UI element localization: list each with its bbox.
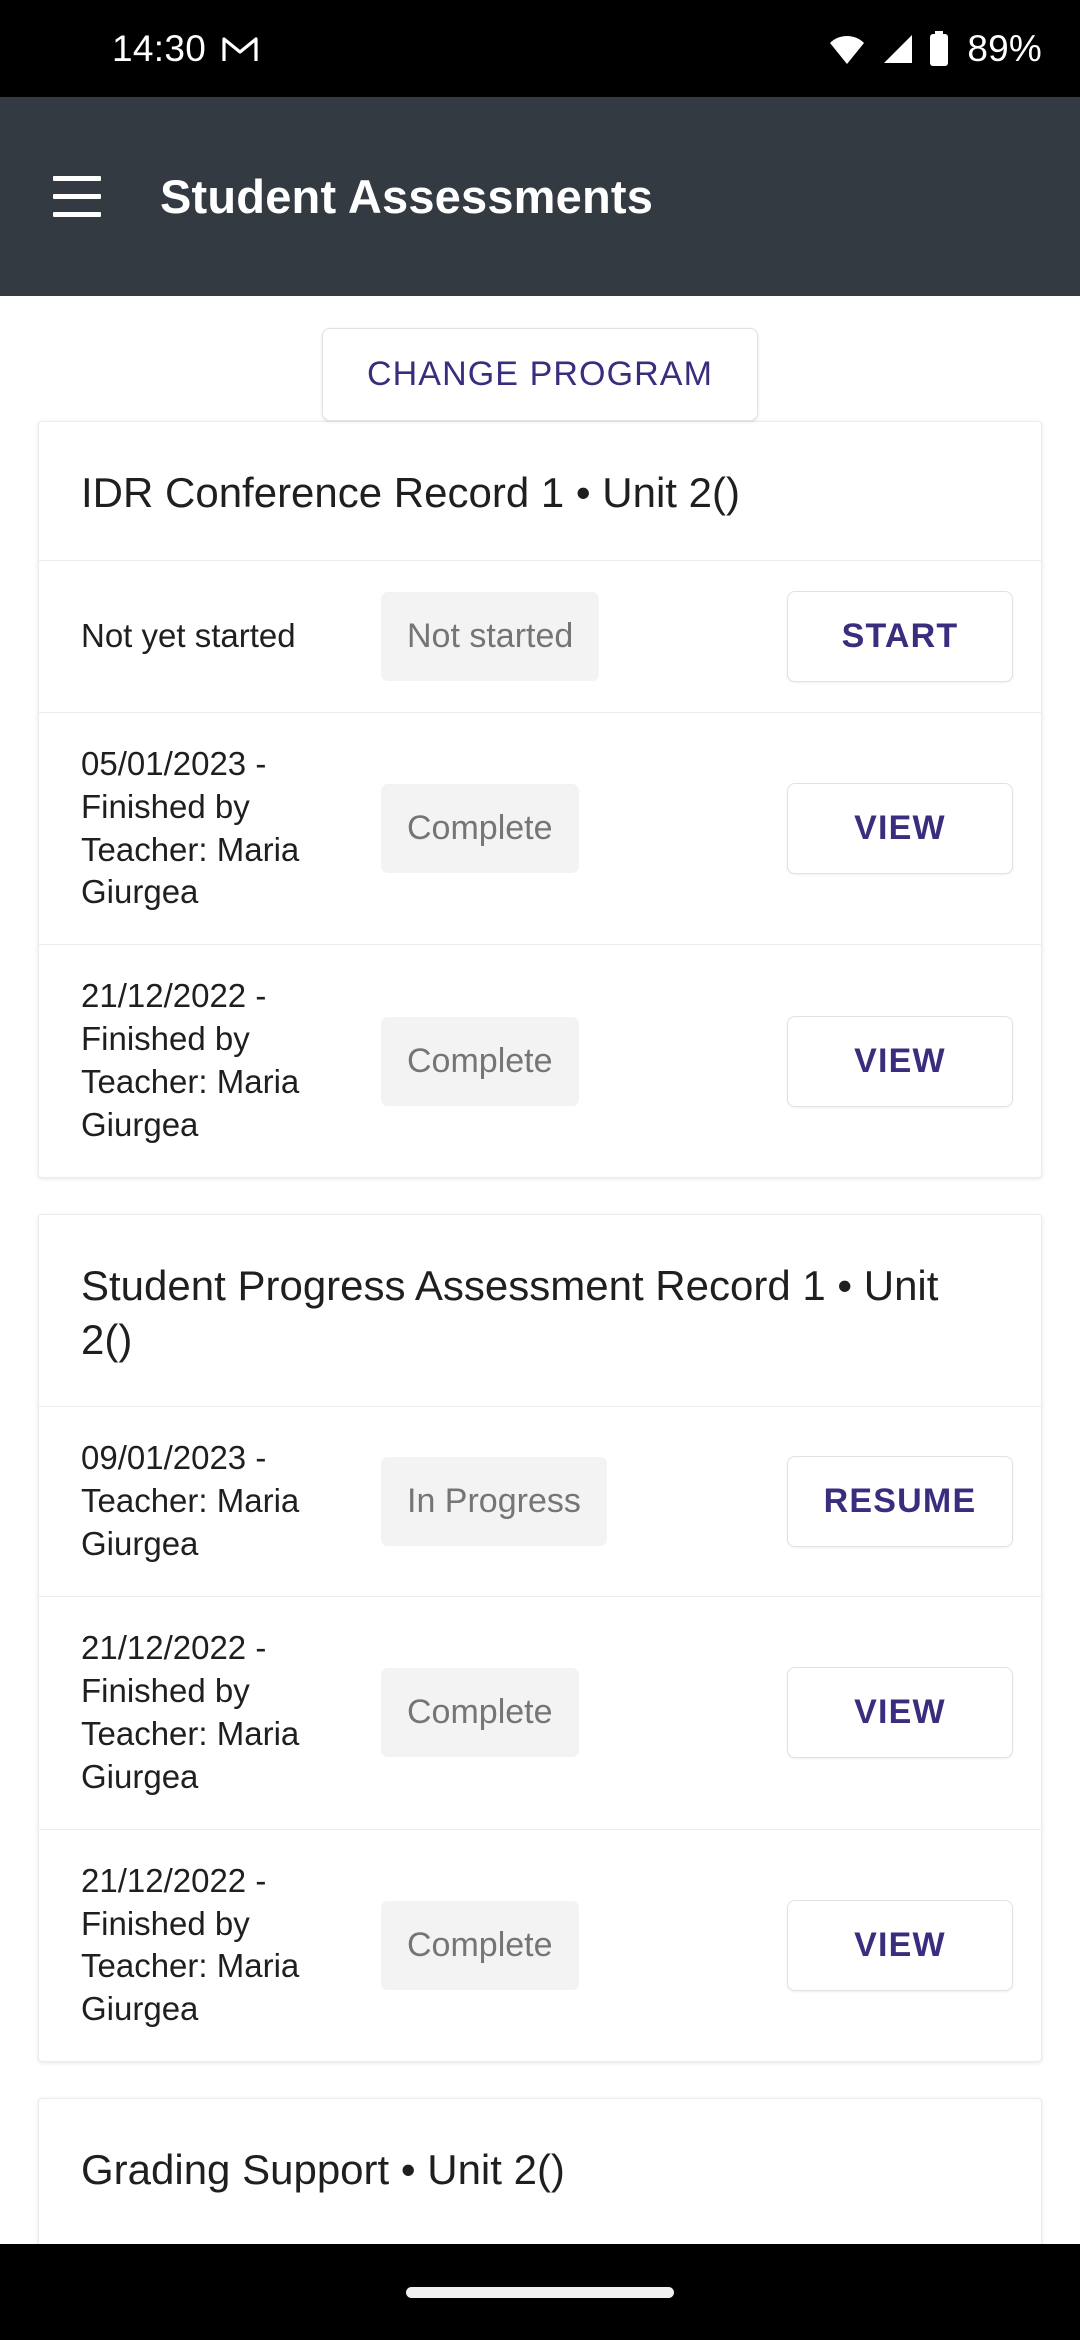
status-bar-right: 89% [828, 28, 1042, 70]
status-time: 14:30 [112, 27, 207, 69]
assessment-row-status-wrap: In Progress [381, 1457, 607, 1547]
view-button[interactable]: VIEW [787, 783, 1013, 875]
cellular-signal-icon [879, 33, 915, 65]
assessment-row[interactable]: 21/12/2022 - Finished by Teacher: Maria … [39, 944, 1041, 1177]
assessment-row-status-wrap: Complete [381, 1016, 579, 1106]
assessment-row-action-wrap: START [599, 590, 1013, 682]
assessment-row-description: Not yet started [81, 616, 296, 654]
assessment-row-action-wrap: VIEW [579, 1667, 1013, 1759]
phone-screen: 14:30 89% Student Assessments CHANGE PRO… [0, 0, 1080, 2340]
assessment-row-status-wrap: Complete [381, 784, 579, 874]
change-program-button[interactable]: CHANGE PROGRAM [322, 328, 758, 421]
navigation-bar [0, 2244, 1080, 2340]
assessment-row-action-wrap: VIEW [579, 1015, 1013, 1107]
assessment-row-status-wrap: Not started [381, 591, 600, 681]
assessment-card-title: IDR Conference Record 1 • Unit 2() [81, 469, 740, 516]
assessment-row[interactable]: 09/01/2023 - Teacher: Maria Giurgea In P… [39, 1406, 1041, 1596]
assessment-row-description: 21/12/2022 - Finished by Teacher: Maria … [81, 1629, 300, 1795]
view-button[interactable]: VIEW [787, 1015, 1013, 1107]
status-bar-left: 14:30 [0, 28, 258, 70]
assessment-row-action-wrap: RESUME [607, 1456, 1013, 1548]
status-badge: Not started [381, 591, 600, 681]
assessment-card: IDR Conference Record 1 • Unit 2() Not y… [38, 421, 1042, 1178]
view-button[interactable]: VIEW [787, 1899, 1013, 1991]
status-badge: Complete [381, 1900, 579, 1990]
assessment-card-title: Grading Support • Unit 2() [81, 2146, 565, 2194]
page-title: Student Assessments [160, 170, 654, 223]
view-button[interactable]: VIEW [787, 1667, 1013, 1759]
status-badge: Complete [381, 784, 579, 874]
status-badge: In Progress [381, 1457, 607, 1547]
resume-button[interactable]: RESUME [787, 1456, 1013, 1548]
assessment-row-description: 05/01/2023 - Finished by Teacher: Maria … [81, 744, 300, 911]
hamburger-menu-icon[interactable] [34, 154, 120, 240]
main-content: CHANGE PROGRAM IDR Conference Record 1 •… [0, 296, 1080, 2244]
assessment-card: Student Progress Assessment Record 1 • U… [38, 1213, 1042, 2063]
assessment-row-status-wrap: Complete [381, 1668, 579, 1758]
assessment-row[interactable]: 21/12/2022 - Finished by Teacher: Maria … [39, 1596, 1041, 1829]
assessment-row-action-wrap: VIEW [579, 1899, 1013, 1991]
gmail-icon [222, 35, 258, 63]
status-badge: Complete [381, 1016, 579, 1106]
assessment-card: Grading Support • Unit 2() [38, 2098, 1042, 2244]
status-badge: Complete [381, 1668, 579, 1758]
change-program-row: CHANGE PROGRAM [0, 296, 1080, 421]
app-bar: Student Assessments [0, 97, 1080, 296]
assessment-row-description: 09/01/2023 - Teacher: Maria Giurgea [81, 1439, 300, 1563]
wifi-icon [828, 33, 866, 65]
assessment-row-description: 21/12/2022 - Finished by Teacher: Maria … [81, 977, 300, 1143]
assessment-card-title: Student Progress Assessment Record 1 • U… [81, 1261, 939, 1363]
assessment-row-description: 21/12/2022 - Finished by Teacher: Maria … [81, 1861, 300, 2028]
assessment-row-action-wrap: VIEW [579, 783, 1013, 875]
assessment-row[interactable]: 21/12/2022 - Finished by Teacher: Maria … [39, 1828, 1041, 2062]
assessment-row[interactable]: 05/01/2023 - Finished by Teacher: Maria … [39, 711, 1041, 945]
battery-percent: 89% [967, 27, 1042, 69]
assessment-row[interactable]: Not yet started Not started START [39, 559, 1041, 712]
start-button[interactable]: START [787, 590, 1013, 682]
home-indicator[interactable] [406, 2286, 674, 2298]
battery-icon [928, 30, 950, 67]
assessment-row-status-wrap: Complete [381, 1900, 579, 1990]
status-bar: 14:30 89% [0, 0, 1080, 97]
